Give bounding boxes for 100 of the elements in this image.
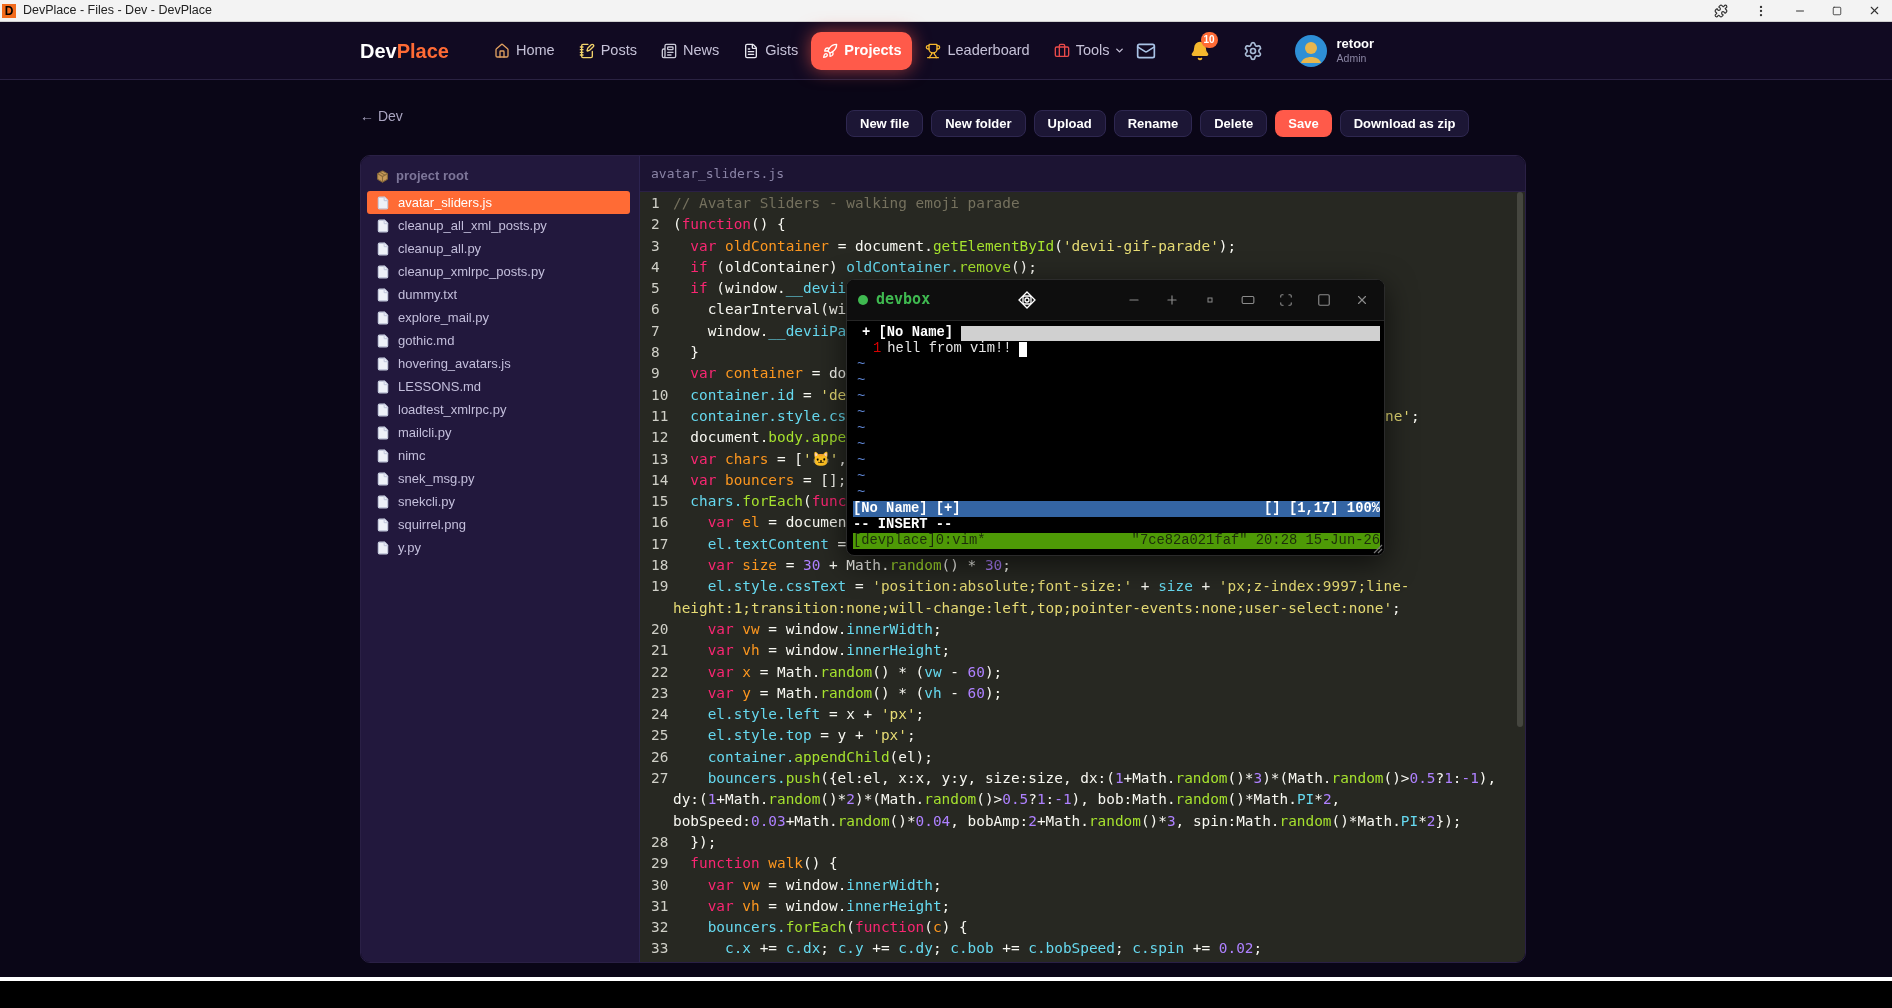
file-tree-item[interactable]: dummy.txt bbox=[367, 283, 630, 306]
nav-link[interactable]: Leaderboard bbox=[914, 31, 1041, 70]
empty-line-marker: ~ bbox=[857, 389, 866, 404]
line-number: 15 bbox=[650, 492, 670, 512]
nav-link[interactable]: Gists bbox=[732, 31, 810, 70]
file-tree-item[interactable]: squirrel.png bbox=[367, 513, 630, 536]
file-tree-item[interactable]: LESSONS.md bbox=[367, 375, 630, 398]
action-button[interactable]: Rename bbox=[1113, 110, 1193, 137]
file-tree-item[interactable]: hovering_avatars.js bbox=[367, 352, 630, 375]
scrollbar-thumb[interactable] bbox=[1517, 192, 1523, 727]
settings-icon[interactable] bbox=[1242, 40, 1263, 61]
file-tree-item[interactable]: snek_msg.py bbox=[367, 467, 630, 490]
window-title: DevPlace - Files - Dev - DevPlace bbox=[23, 2, 212, 20]
line-number: 22 bbox=[650, 662, 670, 682]
fullscreen-icon[interactable] bbox=[1279, 293, 1293, 307]
notification-count: 10 bbox=[1200, 31, 1218, 48]
vim-mode: -- INSERT -- bbox=[853, 517, 953, 532]
line-number: 23 bbox=[650, 683, 670, 703]
rectangle-icon[interactable] bbox=[1241, 293, 1255, 307]
move-handle-icon[interactable] bbox=[1018, 291, 1037, 309]
file-icon bbox=[376, 379, 390, 394]
file-icon bbox=[376, 241, 390, 256]
line-number: 11 bbox=[650, 406, 670, 426]
code-line: document.body.appe bbox=[689, 429, 847, 446]
file-icon bbox=[376, 517, 390, 532]
nav-link[interactable]: Home bbox=[482, 31, 566, 70]
avatar[interactable] bbox=[1294, 34, 1327, 67]
code-editor[interactable] bbox=[640, 192, 1525, 962]
close-icon[interactable] bbox=[1868, 4, 1881, 17]
code-line: var size = 30 + Math.random() * 30; bbox=[706, 557, 1011, 574]
logo[interactable]: DevPlace bbox=[360, 35, 449, 66]
back-link[interactable]: ← Dev bbox=[360, 108, 403, 124]
file-tree-item[interactable]: loadtest_xmlrpc.py bbox=[367, 398, 630, 421]
code-line: bouncers.push({el:el, x:x, y:y, size:size, dx:(1+Math.random()*3)*(Math.random()>0.5?1:-1), dy:(1+Math.random()*2)*(Math.random()>0.5?1:-1), bob:Math.random()*Math.PI*2, bobSpeed:0.03+Math.random()*0.04, bobAmp:2+Math.random()*3, spin:Math.random()*Math.PI*2}); bbox=[673, 770, 1498, 829]
editor-filename: avatar_sliders.js bbox=[651, 164, 785, 183]
extensions-icon[interactable] bbox=[1714, 3, 1728, 18]
code-line: // Avatar Sliders - walking emoji parade bbox=[673, 195, 1020, 211]
file-tree-item[interactable]: nimc bbox=[367, 444, 630, 467]
file-tree-item[interactable]: cleanup_xmlrpc_posts.py bbox=[367, 260, 630, 283]
line-number: 19 bbox=[650, 577, 670, 597]
file-tree-item[interactable]: y.py bbox=[367, 536, 630, 559]
nav-link[interactable]: News bbox=[649, 31, 731, 70]
code-line: ne'; bbox=[1385, 406, 1420, 426]
action-button[interactable]: Download as zip bbox=[1339, 110, 1470, 137]
resize-grip-icon[interactable] bbox=[1371, 542, 1383, 554]
file-icon bbox=[376, 195, 390, 210]
line-number: 24 bbox=[650, 705, 670, 725]
code-line: chars.forEach(func bbox=[689, 493, 847, 510]
empty-line-marker: ~ bbox=[857, 437, 866, 452]
action-button[interactable]: Delete bbox=[1200, 110, 1268, 137]
action-button[interactable]: New folder bbox=[931, 110, 1026, 137]
maximize-icon[interactable] bbox=[1832, 5, 1842, 16]
code-line: var vw = window.innerWidth; bbox=[706, 620, 942, 637]
file-icon bbox=[376, 218, 390, 233]
file-icon bbox=[376, 402, 390, 417]
square-icon[interactable] bbox=[1317, 293, 1331, 307]
line-number: 8 bbox=[650, 343, 661, 363]
code-line: clearInterval(wi bbox=[706, 301, 847, 318]
file-tree-item[interactable]: cleanup_all_xml_posts.py bbox=[367, 214, 630, 237]
code-line: var oldContainer = document.getElementById('devii-gif-parade'); bbox=[689, 237, 1237, 254]
close-icon[interactable] bbox=[1355, 293, 1369, 307]
file-icon bbox=[376, 425, 390, 440]
code-line: var vh = window.innerHeight; bbox=[706, 897, 951, 914]
code-line: if (oldContainer) oldContainer.remove(); bbox=[689, 258, 1037, 275]
code-line: }); bbox=[689, 833, 717, 850]
line-number: 21 bbox=[650, 641, 670, 661]
tmux-info: "7ce82a021faf" 20:28 15-Jun-26 bbox=[1131, 533, 1380, 549]
code-line: var x = Math.random() * (vw - 60); bbox=[706, 663, 1003, 680]
trophy-icon bbox=[925, 42, 942, 59]
empty-line-marker: ~ bbox=[857, 485, 866, 500]
code-line: bouncers.forEach(function(c) { bbox=[706, 919, 968, 936]
terminal-title: devbox bbox=[876, 289, 931, 311]
line-number: 33 bbox=[650, 939, 670, 959]
code-line: if (window.__devii bbox=[689, 280, 847, 297]
plus-icon[interactable] bbox=[1165, 293, 1179, 307]
empty-line-marker: ~ bbox=[857, 405, 866, 420]
action-button[interactable]: New file bbox=[846, 110, 924, 137]
file-tree-item[interactable]: gothic.md bbox=[367, 329, 630, 352]
status-position: [] [1,17] 100% bbox=[1264, 501, 1380, 517]
vim-tab-label: + [No Name] bbox=[861, 325, 955, 341]
file-tree-item[interactable]: cleanup_all.py bbox=[367, 237, 630, 260]
line-number: 14 bbox=[650, 470, 670, 490]
line-number: 32 bbox=[650, 918, 670, 938]
file-tree-item[interactable]: explore_mail.py bbox=[367, 306, 630, 329]
file-tree-item[interactable]: snekcli.py bbox=[367, 490, 630, 513]
file-icon bbox=[376, 264, 390, 279]
package-icon bbox=[376, 169, 389, 183]
empty-line-marker: ~ bbox=[857, 469, 866, 484]
code-line: container.style.cs bbox=[689, 407, 847, 424]
line-number: 2 bbox=[650, 215, 661, 235]
nav-link[interactable]: Tools bbox=[1042, 31, 1136, 70]
line-number: 18 bbox=[650, 556, 670, 576]
line-number: 17 bbox=[650, 534, 670, 554]
nav-link[interactable]: Posts bbox=[567, 31, 648, 70]
tmux-session: [devplace]0:vim* bbox=[853, 533, 986, 549]
code-line: el.style.top = y + 'px'; bbox=[706, 727, 916, 744]
action-button[interactable]: Upload bbox=[1033, 110, 1106, 137]
file-tree-item[interactable]: mailcli.py bbox=[367, 421, 630, 444]
code-line: var container = do bbox=[689, 365, 847, 382]
line-number: 3 bbox=[650, 236, 661, 256]
